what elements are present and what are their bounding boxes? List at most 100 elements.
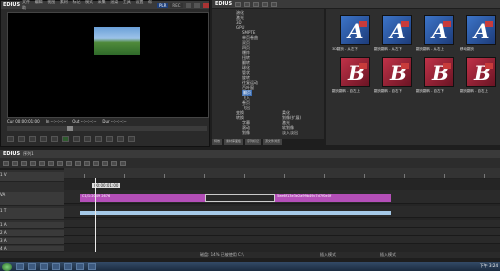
track-header-video[interactable]: 1 V <box>0 172 64 182</box>
up-folder-icon[interactable] <box>253 1 260 7</box>
delete-icon[interactable] <box>66 160 72 166</box>
menu-item[interactable]: 模式 <box>85 0 93 4</box>
taskbar-app-icon[interactable] <box>52 263 60 270</box>
effect-tile[interactable]: A <box>466 15 496 45</box>
tab-bin[interactable]: 素材库面板 <box>224 139 244 145</box>
save-icon[interactable] <box>12 160 18 166</box>
render-icon[interactable] <box>111 160 117 166</box>
tree-item[interactable]: 划像 <box>242 130 250 136</box>
track-lane-va[interactable]: C1/1:2049 2676 5ee6f13e3e2a99b49c7d7f0e0… <box>64 190 500 204</box>
track-header-audio[interactable]: 1 A <box>0 222 64 229</box>
folder-icon[interactable] <box>235 1 242 7</box>
taskbar-app-icon[interactable] <box>28 263 36 270</box>
effect-tile[interactable]: B <box>424 57 454 87</box>
list-view-icon[interactable] <box>262 1 269 7</box>
track-lane-audio[interactable] <box>64 236 500 244</box>
timeline-ruler[interactable] <box>64 168 500 179</box>
clip-video-2[interactable]: 5ee6f13e3e2a99b49c7d7f0e0f <box>275 194 391 202</box>
plr-mode-toggle[interactable]: PLR <box>157 2 169 8</box>
slider-knob[interactable] <box>67 126 73 131</box>
timecode-dur: Dur --:--:--:-- <box>102 118 127 124</box>
menu-item[interactable]: 设置 <box>135 0 143 4</box>
new-folder-icon[interactable] <box>244 1 251 7</box>
track-lane-title[interactable] <box>64 206 500 218</box>
taskbar-app-icon[interactable] <box>76 263 84 270</box>
loop-button[interactable] <box>95 136 102 142</box>
effects-tree: 溶化 激光 3D GPU SMPTE 单页卷曲 双页 四页 爆炸 扭转 翻转 球… <box>212 9 324 139</box>
track-lane-audio[interactable] <box>64 220 500 228</box>
tab-markers[interactable]: 序列标记 <box>245 139 262 145</box>
overwrite-button[interactable] <box>117 136 124 142</box>
playhead[interactable] <box>95 178 96 252</box>
track-lane-audio[interactable] <box>64 228 500 236</box>
tile-caption: 翻页翻转 - 自左下 <box>416 89 444 93</box>
track-header-audio[interactable]: 3 A <box>0 238 64 245</box>
redo-icon[interactable] <box>30 160 36 166</box>
close-button[interactable] <box>203 2 210 8</box>
split-icon[interactable] <box>84 160 90 166</box>
effect-tile[interactable]: A <box>424 15 454 45</box>
timeline-area[interactable]: 00:00:01:00 C1/1:2049 2676 5ee6f13e3e2a9… <box>64 168 500 252</box>
menu-item[interactable]: 采集 <box>98 0 106 4</box>
track-header-va[interactable]: VA <box>0 192 64 206</box>
tab-effects[interactable]: 特效 <box>212 139 223 145</box>
menu-item[interactable]: 标记 <box>72 0 80 4</box>
insert-button[interactable] <box>106 136 113 142</box>
menu-item[interactable]: 编辑 <box>35 0 43 4</box>
clip-transition[interactable] <box>205 194 275 202</box>
maximize-button[interactable] <box>194 2 201 8</box>
timecode-in: In --:--:--:-- <box>45 118 67 124</box>
undo-icon[interactable] <box>21 160 27 166</box>
menu-item[interactable]: 素材 <box>60 0 68 4</box>
set-in-button[interactable] <box>7 136 14 142</box>
paste-icon[interactable] <box>57 160 63 166</box>
audio-icon[interactable] <box>120 160 126 166</box>
menu-item[interactable]: 渲染 <box>110 0 118 4</box>
step-back-button[interactable] <box>40 136 47 142</box>
stop-button[interactable] <box>51 136 58 142</box>
export-button[interactable] <box>128 136 135 142</box>
position-slider[interactable] <box>7 126 207 131</box>
clip-title[interactable] <box>80 211 391 215</box>
effect-tile[interactable]: B <box>382 57 412 87</box>
menu-item[interactable]: 文件 <box>22 0 30 4</box>
clip-video-1[interactable]: C1/1:2049 2676 <box>80 194 205 202</box>
ruler-timecode: 00:00:01:00 <box>92 183 121 188</box>
start-button[interactable] <box>2 262 12 271</box>
effect-tile[interactable]: A <box>382 15 412 45</box>
track-header-audio[interactable]: 2 A <box>0 230 64 237</box>
copy-icon[interactable] <box>48 160 54 166</box>
tree-item[interactable]: 淡入淡出 <box>282 130 298 136</box>
taskbar-app-icon[interactable] <box>88 263 96 270</box>
cut-icon[interactable] <box>39 160 45 166</box>
effect-tile[interactable]: B <box>466 57 496 87</box>
taskbar-app-icon[interactable] <box>16 263 24 270</box>
taskbar-app-icon[interactable] <box>64 263 72 270</box>
taskbar-app-icon[interactable] <box>40 263 48 270</box>
effect-tile[interactable]: A <box>340 15 370 45</box>
rewind-button[interactable] <box>29 136 36 142</box>
tab-source-browser[interactable]: 源文件浏览 <box>263 139 283 145</box>
track-header-title[interactable]: 1 T <box>0 208 64 220</box>
preview-image <box>94 27 140 55</box>
player-window: EDIUS 文件 编辑 视图 素材 标记 模式 采集 渲染 工具 设置 帮助 P… <box>0 0 210 147</box>
status-bar: 磁盘: 14% 已被使用 C:\ 插入模式 插入模式 <box>0 252 500 258</box>
ripple-icon[interactable] <box>75 160 81 166</box>
marker-icon[interactable] <box>93 160 99 166</box>
tile-badge <box>485 63 493 69</box>
set-out-button[interactable] <box>18 136 25 142</box>
menu-item[interactable]: 工具 <box>123 0 131 4</box>
thumb-view-icon[interactable] <box>271 1 278 7</box>
step-forward-button[interactable] <box>73 136 80 142</box>
fast-forward-button[interactable] <box>84 136 91 142</box>
effect-tile[interactable]: B <box>340 57 370 87</box>
bin-tabs: 特效 素材库面板 序列标记 源文件浏览 <box>212 139 324 145</box>
play-button[interactable] <box>62 136 69 142</box>
tree-item[interactable]: 划像(扩展) <box>282 115 301 121</box>
rec-mode-toggle[interactable]: REC <box>170 2 183 8</box>
mode-icon[interactable] <box>3 160 9 166</box>
menu-item[interactable]: 视图 <box>47 0 55 4</box>
track-name: 4 A <box>0 246 7 251</box>
snap-icon[interactable] <box>102 160 108 166</box>
minimize-button[interactable] <box>185 2 192 8</box>
